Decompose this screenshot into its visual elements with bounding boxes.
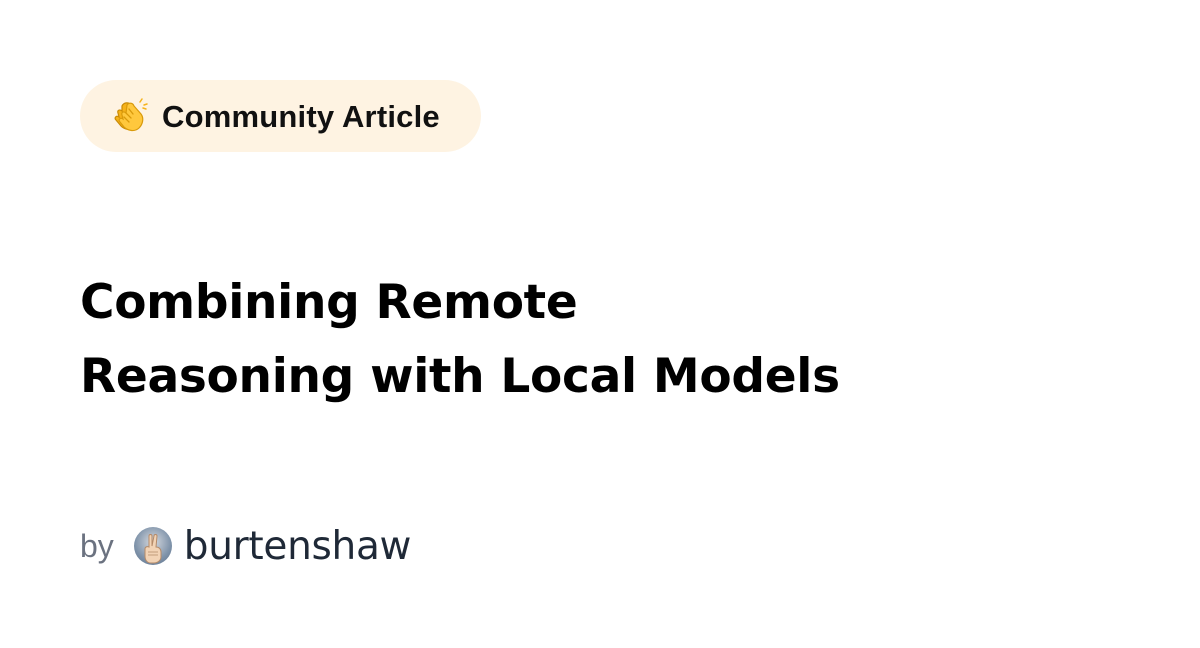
badge-label: Community Article <box>162 98 440 134</box>
article-title-line-2: Reasoning with Local Models <box>80 349 840 404</box>
author-avatar[interactable] <box>133 527 172 565</box>
clapping-hands-icon <box>110 96 150 136</box>
article-title: Combining Remote Reasoning with Local Mo… <box>80 266 980 414</box>
article-title-line-1: Combining Remote <box>80 275 578 330</box>
community-article-badge: Community Article <box>80 80 481 152</box>
byline: by burtenshaw <box>80 518 411 574</box>
author-name-link[interactable]: burtenshaw <box>184 524 412 569</box>
byline-prefix: by <box>80 527 114 564</box>
peace-hand-icon <box>144 534 162 564</box>
